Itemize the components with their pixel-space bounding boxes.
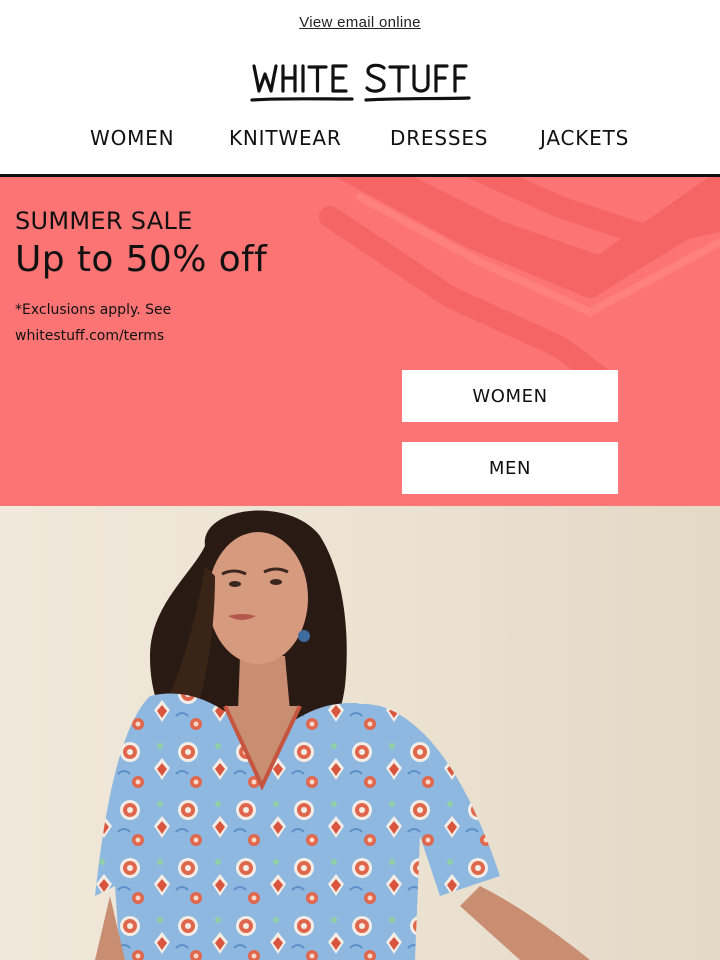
shop-men-button[interactable]: MEN — [402, 442, 618, 494]
sale-label: SUMMER SALE — [15, 207, 193, 235]
model-photo[interactable] — [0, 506, 720, 960]
nav-dresses[interactable]: DRESSES — [390, 126, 488, 150]
white-stuff-logo[interactable] — [250, 58, 472, 106]
shop-women-button[interactable]: WOMEN — [402, 370, 618, 422]
view-email-online-link[interactable]: View email online — [0, 14, 720, 31]
sale-headline: Up to 50% off — [15, 239, 268, 280]
summer-sale-banner: SUMMER SALE Up to 50% off *Exclusions ap… — [0, 177, 720, 506]
main-nav: WOMEN KNITWEAR DRESSES JACKETS — [0, 126, 720, 156]
nav-women[interactable]: WOMEN — [90, 126, 174, 150]
nav-knitwear[interactable]: KNITWEAR — [229, 126, 342, 150]
email-header: View email online WOMEN KNITWEAR DRESSES… — [0, 0, 720, 177]
nav-jackets[interactable]: JACKETS — [540, 126, 629, 150]
exclusions-note: *Exclusions apply. See whitestuff.com/te… — [15, 302, 172, 344]
